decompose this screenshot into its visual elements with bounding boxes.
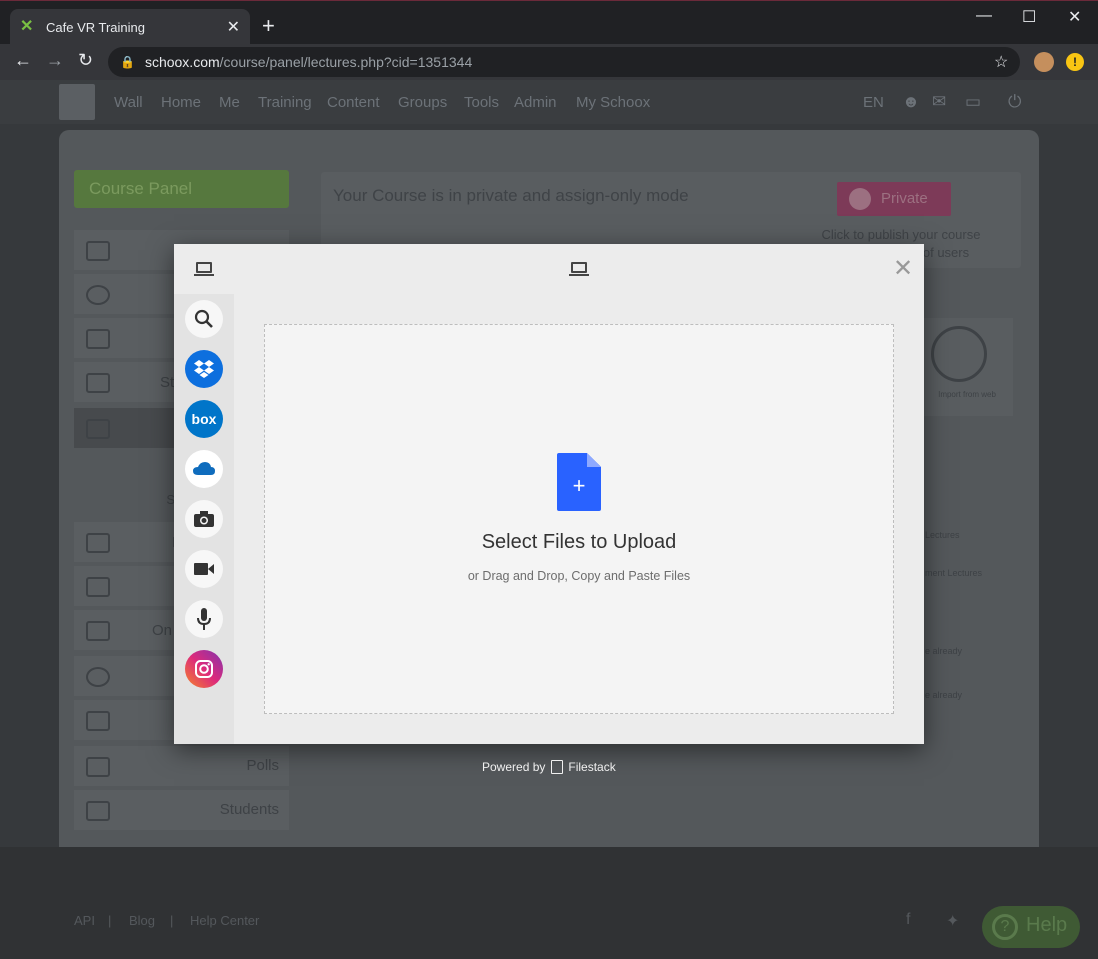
footer-blog-link[interactable]: Blog: [129, 913, 155, 928]
window-close-icon[interactable]: ✕: [1068, 7, 1081, 27]
private-button[interactable]: Private: [837, 182, 951, 216]
language-selector[interactable]: EN: [863, 94, 884, 111]
nav-my-schoox[interactable]: My Schoox: [576, 94, 650, 111]
question-icon: ?: [992, 914, 1018, 940]
filestack-picker-modal: ✕ box + Select Files to Upload or Drag a…: [174, 244, 924, 744]
search-icon[interactable]: [185, 300, 223, 338]
browser-toolbar: ← → ↻ 🔒 schoox.com/course/panel/lectures…: [0, 44, 1098, 80]
users-icon: [86, 621, 110, 641]
site-logo[interactable]: [59, 84, 95, 120]
box-icon[interactable]: box: [185, 400, 223, 438]
url-path: /course/panel/lectures.php?cid=1351344: [219, 54, 473, 70]
chat-icon[interactable]: ▭: [965, 92, 981, 112]
powered-by-filestack[interactable]: Powered by Filestack: [482, 760, 616, 774]
address-bar[interactable]: 🔒 schoox.com/course/panel/lectures.php?c…: [108, 47, 1020, 77]
lock-icon: 🔒: [120, 55, 135, 69]
new-tab-icon[interactable]: +: [262, 15, 275, 37]
folder-icon: [86, 419, 110, 439]
footer-separator: |: [170, 913, 174, 928]
browser-tab[interactable]: ✕ Cafe VR Training ✕: [10, 9, 250, 45]
x-favicon-icon: ✕: [20, 18, 34, 35]
forward-icon[interactable]: →: [46, 50, 64, 71]
filestack-brand: Filestack: [568, 760, 616, 774]
close-icon[interactable]: ✕: [893, 257, 913, 281]
info-icon: [86, 285, 110, 305]
import-from-web-tile[interactable]: Import from web: [921, 318, 1013, 416]
course-panel-button[interactable]: Course Panel: [74, 170, 289, 208]
source-list: box: [174, 294, 234, 744]
maximize-icon[interactable]: ☐: [1022, 7, 1036, 27]
reload-icon[interactable]: ↻: [78, 50, 93, 71]
browser-titlebar: ✕ Cafe VR Training ✕ + — ☐ ✕: [0, 0, 1098, 45]
nav-admin[interactable]: Admin: [514, 94, 557, 111]
exam-icon: [86, 711, 110, 731]
tab-close-icon[interactable]: ✕: [227, 17, 240, 37]
onedrive-icon[interactable]: [185, 450, 223, 488]
local-device-icon[interactable]: [194, 262, 214, 277]
bookmark-star-icon[interactable]: ☆: [994, 52, 1008, 72]
polls-label: Polls: [246, 757, 279, 774]
mail-icon[interactable]: ✉: [932, 92, 946, 112]
already-text-2: e already: [925, 690, 963, 700]
nav-home[interactable]: Home: [161, 94, 201, 111]
presentation-icon: [86, 577, 110, 597]
already-text-1: e already: [925, 646, 963, 656]
steps-icon: [86, 373, 110, 393]
drop-zone-title: Select Files to Upload: [481, 531, 677, 553]
lectures-icon: [86, 241, 110, 261]
filestack-logo-icon: [551, 760, 564, 774]
publish-hint-line1: Click to publish your course: [821, 227, 981, 242]
footer-separator: |: [108, 913, 112, 928]
microphone-icon[interactable]: [185, 600, 223, 638]
instructor-icon: [86, 533, 110, 553]
nav-content[interactable]: Content: [327, 94, 380, 111]
globe-icon: [931, 326, 987, 382]
update-alert-icon[interactable]: !: [1066, 53, 1084, 71]
site-nav: Wall Home Me Training Content Groups Too…: [0, 80, 1098, 124]
box-label: box: [191, 411, 217, 427]
ment-lectures-link[interactable]: ment Lectures: [925, 568, 982, 578]
power-icon[interactable]: ⏻: [1008, 92, 1021, 112]
back-icon[interactable]: ←: [14, 50, 32, 71]
import-web-label: Import from web: [938, 390, 996, 399]
facebook-icon[interactable]: f: [906, 911, 910, 929]
nav-groups[interactable]: Groups: [398, 94, 447, 111]
minimize-icon[interactable]: —: [976, 7, 992, 25]
students-label: Students: [219, 801, 279, 818]
file-drop-zone[interactable]: + Select Files to Upload or Drag and Dro…: [264, 324, 894, 714]
groups-icon[interactable]: ☻: [902, 92, 920, 112]
footer-api-link[interactable]: API: [74, 913, 95, 928]
instagram-icon[interactable]: [185, 650, 223, 688]
nav-wall[interactable]: Wall: [114, 94, 143, 111]
sidebar-item-polls[interactable]: Polls: [74, 746, 289, 786]
drop-zone-subtitle: or Drag and Drop, Copy and Paste Files: [467, 569, 691, 583]
notice-text: Your Course is in private and assign-onl…: [333, 186, 689, 205]
modal-header: ✕: [174, 244, 924, 294]
camera-icon[interactable]: [185, 500, 223, 538]
help-label: Help: [1026, 914, 1068, 936]
add-file-icon: +: [557, 453, 601, 511]
award-icon: [86, 667, 110, 687]
my-device-icon: [569, 262, 589, 277]
students-icon: [86, 801, 110, 821]
private-label: Private: [881, 190, 928, 207]
academy-icon: [86, 329, 110, 349]
footer-help-center-link[interactable]: Help Center: [190, 913, 259, 928]
nav-tools[interactable]: Tools: [464, 94, 499, 111]
tab-title: Cafe VR Training: [46, 19, 145, 35]
site-footer: API | Blog | Help Center f ✦ ? Help: [0, 847, 1098, 959]
sidebar-item-students[interactable]: Students: [74, 790, 289, 830]
nav-me[interactable]: Me: [219, 94, 240, 111]
lectures-link[interactable]: Lectures: [925, 530, 960, 540]
twitter-icon[interactable]: ✦: [946, 911, 959, 931]
nav-training[interactable]: Training: [258, 94, 312, 111]
url-host: schoox.com: [144, 54, 220, 70]
profile-avatar[interactable]: [1034, 52, 1054, 72]
no-entry-icon: [849, 188, 871, 210]
video-icon[interactable]: [185, 550, 223, 588]
dropbox-icon[interactable]: [185, 350, 223, 388]
powered-by-label: Powered by: [482, 760, 546, 774]
help-button[interactable]: ? Help: [982, 906, 1080, 948]
polls-icon: [86, 757, 110, 777]
